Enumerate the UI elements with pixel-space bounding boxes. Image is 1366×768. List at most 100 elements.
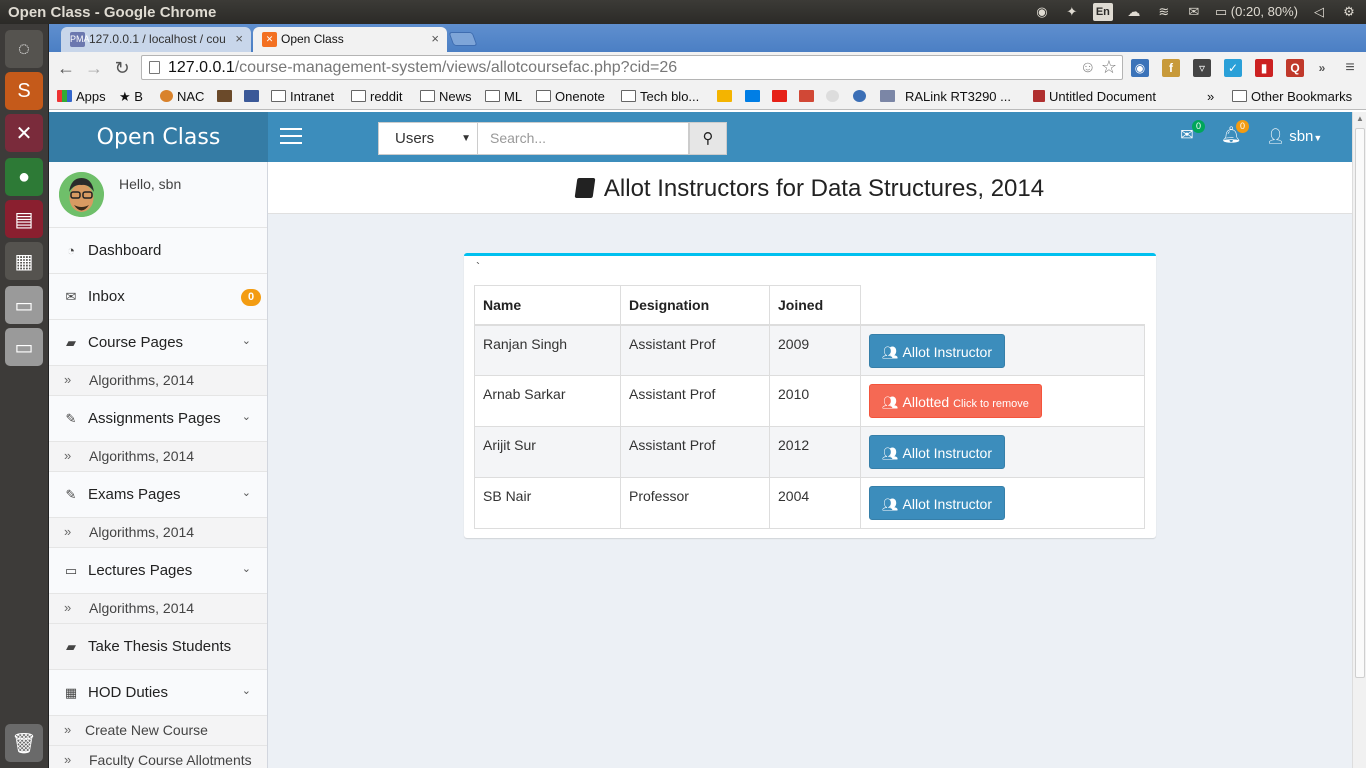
bookmark-ml[interactable]: ML: [485, 88, 522, 106]
notifications-button[interactable]: 🔔︎ 0: [1221, 120, 1249, 146]
gear-icon[interactable]: ⚙: [1340, 4, 1358, 20]
speaker-icon[interactable]: ◁: [1310, 4, 1328, 20]
button-label: Allot Instructor: [902, 445, 992, 461]
sidebar-item-inbox[interactable]: ✉ Inbox 0: [49, 274, 267, 320]
messages-button[interactable]: ✉ 0: [1177, 120, 1205, 146]
more-extensions-icon[interactable]: »: [1313, 59, 1331, 77]
new-tab-button[interactable]: [448, 32, 478, 46]
drive-icon-2[interactable]: ▭: [5, 328, 43, 366]
menu-icon[interactable]: ≡: [1341, 59, 1359, 77]
bookmark-untitled[interactable]: Untitled Document: [1033, 88, 1156, 106]
sidebar-subitem-label: Algorithms, 2014: [89, 372, 195, 388]
allot-instructor-button[interactable]: 👥︎ Allot Instructor: [869, 486, 1005, 520]
bookmark-drive[interactable]: [717, 88, 736, 106]
tab-phpmyadmin[interactable]: PMA 127.0.0.1 / localhost / cou ×: [61, 27, 251, 52]
allotted-remove-button[interactable]: 👥︎ Allotted Click to remove: [869, 384, 1042, 418]
globe-ext-icon[interactable]: ◉: [1131, 59, 1149, 77]
bookmark-reddit-alien[interactable]: [826, 88, 843, 106]
sidebar-subitem-lectures-algorithms[interactable]: » Algorithms, 2014: [49, 594, 267, 624]
wifi-icon[interactable]: ≋: [1155, 4, 1173, 20]
reddit-alien-icon[interactable]: ☺: [1080, 56, 1096, 79]
folder-icon: [351, 90, 366, 102]
pocket-ext-icon[interactable]: ▿: [1193, 59, 1211, 77]
bookmark-image[interactable]: [217, 88, 236, 106]
q-ext-icon[interactable]: Q: [1286, 59, 1304, 77]
sidebar-toggle-icon[interactable]: [280, 128, 302, 144]
book-ext-icon[interactable]: ▮: [1255, 59, 1273, 77]
cell-designation: Assistant Prof: [620, 324, 770, 376]
bookmark-gmail[interactable]: [799, 88, 818, 106]
file-cabinet-icon[interactable]: ▤: [5, 200, 43, 238]
allot-instructor-button[interactable]: 👥︎ Allot Instructor: [869, 333, 1005, 368]
search-type-select[interactable]: Users ▼: [378, 122, 478, 155]
battery-status[interactable]: ▭ (0:20, 80%): [1215, 4, 1298, 20]
allot-instructor-button[interactable]: 👥︎ Allot Instructor: [869, 435, 1005, 469]
os-top-panel: Open Class - Google Chrome ◉ ✦ En ☁ ≋ ✉ …: [0, 0, 1366, 24]
mail-icon[interactable]: ✉: [1185, 4, 1203, 20]
bookmark-other[interactable]: Other Bookmarks: [1232, 88, 1352, 106]
bookmark-onenote[interactable]: Onenote: [536, 88, 605, 106]
bookmark-techblog[interactable]: Tech blo...: [621, 88, 699, 106]
sidebar-subitem-exams-algorithms[interactable]: » Algorithms, 2014: [49, 518, 267, 548]
puzzle-icon[interactable]: ✦: [1063, 4, 1081, 20]
caret-down-icon: ▼: [1313, 133, 1323, 143]
trash-icon[interactable]: 🗑: [5, 724, 43, 762]
workspace-switcher-icon[interactable]: ▦: [5, 242, 43, 280]
sidebar-item-dashboard[interactable]: ◔ Dashboard: [49, 228, 267, 274]
sidebar-item-exams-pages[interactable]: ✎ Exams Pages ⌄: [49, 472, 267, 518]
chrome-icon[interactable]: ●: [5, 158, 43, 196]
back-icon[interactable]: ←: [54, 56, 78, 80]
facebook-ext-icon[interactable]: f: [1162, 59, 1180, 77]
close-tab-icon[interactable]: ×: [431, 27, 439, 51]
bookmark-facebook[interactable]: [244, 88, 263, 106]
settings-tool-icon[interactable]: ✕: [5, 114, 43, 152]
bookmark-reddit[interactable]: reddit: [351, 88, 403, 106]
inbox-badge: 0: [241, 289, 261, 306]
folder-icon: [536, 90, 551, 102]
bookmark-intranet[interactable]: Intranet: [271, 88, 334, 106]
address-bar[interactable]: 127.0.0.1/course-management-system/views…: [141, 55, 1123, 80]
scrollbar-thumb[interactable]: [1355, 128, 1365, 678]
star-icon: ★: [119, 89, 135, 104]
sidebar-subitem-create-new-course[interactable]: » Create New Course: [49, 716, 267, 746]
drive-icon[interactable]: ▭: [5, 286, 43, 324]
search-input[interactable]: Search...: [478, 122, 689, 155]
user-panel: Hello, sbn: [49, 162, 267, 228]
keyboard-layout[interactable]: En: [1092, 3, 1113, 21]
bookmark-star-icon[interactable]: ☆: [1101, 56, 1117, 79]
search-button[interactable]: ⚲: [689, 122, 727, 155]
check-ext-icon[interactable]: ✓: [1224, 59, 1242, 77]
bookmark-nac[interactable]: NAC: [160, 88, 204, 106]
dash-icon[interactable]: ◌: [5, 30, 43, 68]
app-logo[interactable]: Open Class: [49, 112, 268, 162]
bookmark-b[interactable]: ★ B: [119, 88, 143, 106]
page-scrollbar[interactable]: ▲: [1352, 112, 1366, 768]
bookmark-check[interactable]: [853, 88, 870, 106]
sidebar-item-hod-duties[interactable]: ▦ HOD Duties ⌄: [49, 670, 267, 716]
bookmark-apps[interactable]: Apps: [57, 88, 106, 106]
cell-joined: 2012: [769, 426, 861, 478]
reload-icon[interactable]: ↻: [110, 56, 134, 80]
bookmark-youtube[interactable]: [772, 88, 791, 106]
forward-icon[interactable]: →: [82, 56, 106, 80]
bookmarks-overflow[interactable]: »: [1207, 88, 1214, 106]
tab-open-class[interactable]: ✕ Open Class ×: [253, 27, 447, 52]
cell-designation: Assistant Prof: [620, 426, 770, 478]
close-tab-icon[interactable]: ×: [235, 27, 243, 51]
sidebar-item-course-pages[interactable]: ▰ Course Pages ⌄: [49, 320, 267, 366]
globe-icon[interactable]: ◉: [1033, 4, 1051, 20]
sublime-icon[interactable]: S: [5, 72, 43, 110]
sidebar-item-assignments-pages[interactable]: ✎ Assignments Pages ⌄: [49, 396, 267, 442]
bookmark-news[interactable]: News: [420, 88, 472, 106]
sidebar-item-lectures-pages[interactable]: ▭ Lectures Pages ⌄: [49, 548, 267, 594]
sidebar-subitem-assignments-algorithms[interactable]: » Algorithms, 2014: [49, 442, 267, 472]
bookmark-dropbox[interactable]: [745, 88, 764, 106]
sidebar-subitem-faculty-course-allotments[interactable]: » Faculty Course Allotments: [49, 746, 267, 768]
sidebar-item-take-thesis-students[interactable]: ▰ Take Thesis Students: [49, 624, 267, 670]
sidebar-subitem-course-algorithms[interactable]: » Algorithms, 2014: [49, 366, 267, 396]
cloud-icon[interactable]: ☁: [1125, 4, 1143, 20]
scroll-up-icon[interactable]: ▲: [1353, 112, 1366, 126]
bookmark-ralink[interactable]: RALink RT3290 ...: [880, 88, 1011, 106]
reddit-alien-icon: [826, 90, 839, 102]
user-menu[interactable]: 👤︎ sbn▼: [1266, 127, 1322, 148]
